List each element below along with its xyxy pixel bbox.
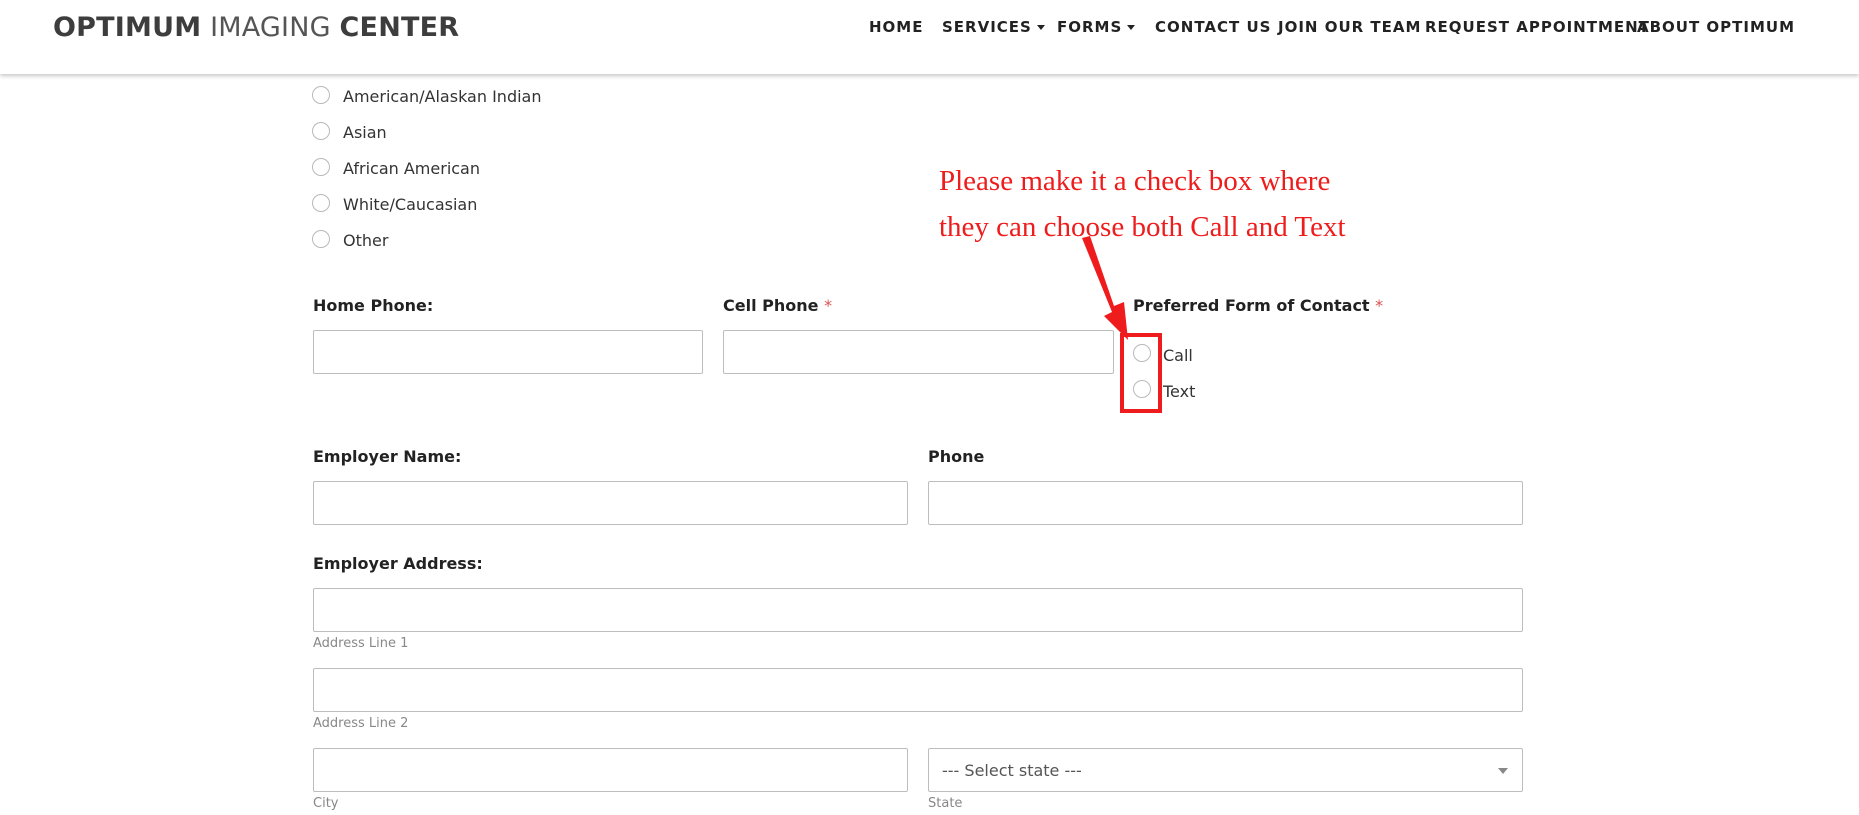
site-logo[interactable]: OPTIMUM IMAGING CENTER <box>53 12 459 46</box>
logo-part-center: CENTER <box>339 12 460 43</box>
site-header: OPTIMUM IMAGING CENTER HOME SERVICES FOR… <box>0 0 1859 74</box>
cell-phone-input[interactable] <box>723 330 1114 374</box>
race-label-other: Other <box>343 231 389 250</box>
race-radio-asian[interactable] <box>312 122 330 140</box>
cell-phone-label: Cell Phone * <box>723 296 832 315</box>
nav-home-label: HOME <box>869 18 924 36</box>
state-select[interactable]: --- Select state --- <box>928 748 1523 792</box>
annotation-highlight-box <box>1120 333 1162 413</box>
preferred-contact-label: Preferred Form of Contact * <box>1133 296 1383 315</box>
race-radio-american-alaskan-indian[interactable] <box>312 86 330 104</box>
nav-contact-us[interactable]: CONTACT US <box>1155 18 1271 36</box>
nav-about-optimum-label: ABOUT OPTIMUM <box>1637 18 1796 36</box>
city-sublabel: City <box>313 796 339 811</box>
nav-request-appointment-label: REQUEST APPOINTMENT <box>1425 18 1650 36</box>
annotation-line-1: Please make it a check box where <box>939 165 1331 197</box>
employer-name-label: Employer Name: <box>313 447 462 466</box>
chevron-down-icon <box>1127 25 1136 30</box>
employer-name-input[interactable] <box>313 481 908 525</box>
logo-part-imaging: IMAGING <box>210 12 331 43</box>
nav-join-our-team[interactable]: JOIN OUR TEAM <box>1278 18 1421 36</box>
annotation-note: Please make it a check box where they ca… <box>939 158 1459 250</box>
race-radio-african-american[interactable] <box>312 158 330 176</box>
address-line-1-sublabel: Address Line 1 <box>313 636 409 651</box>
race-radio-white-caucasian[interactable] <box>312 194 330 212</box>
home-phone-input[interactable] <box>313 330 703 374</box>
race-label-american-alaskan-indian: American/Alaskan Indian <box>343 87 542 106</box>
nav-forms[interactable]: FORMS <box>1057 18 1136 36</box>
nav-join-our-team-label: JOIN OUR TEAM <box>1278 18 1422 36</box>
nav-forms-label: FORMS <box>1057 18 1123 36</box>
nav-home[interactable]: HOME <box>869 18 923 36</box>
chevron-down-icon <box>1498 768 1508 774</box>
home-phone-label: Home Phone: <box>313 296 434 315</box>
nav-request-appointment[interactable]: REQUEST APPOINTMENT <box>1425 18 1650 36</box>
nav-contact-us-label: CONTACT US <box>1155 18 1272 36</box>
annotation-line-2: they can choose both Call and Text <box>939 211 1346 243</box>
nav-services-label: SERVICES <box>942 18 1032 36</box>
employer-address-label: Employer Address: <box>313 554 483 573</box>
cell-phone-label-text: Cell Phone <box>723 296 819 315</box>
annotation-arrow-icon <box>1082 236 1128 340</box>
preferred-contact-label-text: Preferred Form of Contact <box>1133 296 1370 315</box>
state-sublabel: State <box>928 796 963 811</box>
employer-phone-label: Phone <box>928 447 985 466</box>
nav-services[interactable]: SERVICES <box>942 18 1045 36</box>
employer-phone-input[interactable] <box>928 481 1523 525</box>
contact-label-text: Text <box>1163 382 1196 401</box>
logo-part-optimum: OPTIMUM <box>53 12 202 43</box>
address-line-2-sublabel: Address Line 2 <box>313 716 409 731</box>
race-label-asian: Asian <box>343 123 387 142</box>
address-line-1-input[interactable] <box>313 588 1523 632</box>
race-label-white-caucasian: White/Caucasian <box>343 195 478 214</box>
chevron-down-icon <box>1036 25 1045 30</box>
contact-label-call: Call <box>1163 346 1193 365</box>
required-asterisk: * <box>824 296 833 315</box>
race-label-african-american: African American <box>343 159 480 178</box>
address-line-2-input[interactable] <box>313 668 1523 712</box>
state-select-value: --- Select state --- <box>942 761 1082 780</box>
nav-about-optimum[interactable]: ABOUT OPTIMUM <box>1637 18 1795 36</box>
required-asterisk: * <box>1375 296 1384 315</box>
city-input[interactable] <box>313 748 908 792</box>
race-radio-other[interactable] <box>312 230 330 248</box>
